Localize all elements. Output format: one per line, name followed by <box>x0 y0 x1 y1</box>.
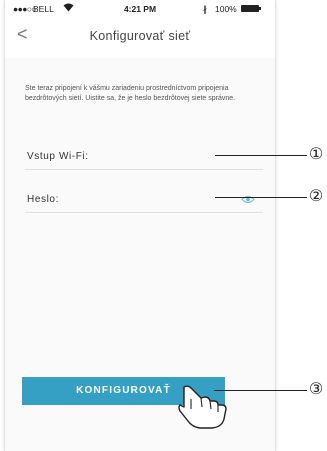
password-field-label: Heslo: <box>27 194 59 205</box>
status-bar: ●●●○○ BELL 4:21 PM ∦ 100% <box>5 0 275 18</box>
battery-icon <box>241 5 261 12</box>
battery-percent: 100% <box>215 4 237 14</box>
info-text: Ste teraz pripojení k vášmu zariadeniu p… <box>25 85 236 102</box>
bluetooth-icon: ∦ <box>203 4 208 14</box>
callout-number-2: ② <box>308 188 324 205</box>
nav-bar: < Konfigurovať sieť <box>5 22 275 52</box>
callout-number-3: ③ <box>308 381 324 398</box>
callout-line-2 <box>215 197 307 198</box>
callout-number-1: ① <box>308 146 324 163</box>
page-title: Konfigurovať sieť <box>89 29 191 43</box>
callout-line-1 <box>215 155 307 156</box>
phone-screen: ●●●○○ BELL 4:21 PM ∦ 100% < Konfigurovať… <box>4 0 276 451</box>
wifi-field-label: Vstup Wi-Fi: <box>27 151 89 162</box>
wifi-field[interactable]: Vstup Wi-Fi: <box>25 145 263 170</box>
password-field[interactable]: Heslo: <box>25 188 263 213</box>
hand-pointer-icon <box>178 385 227 429</box>
